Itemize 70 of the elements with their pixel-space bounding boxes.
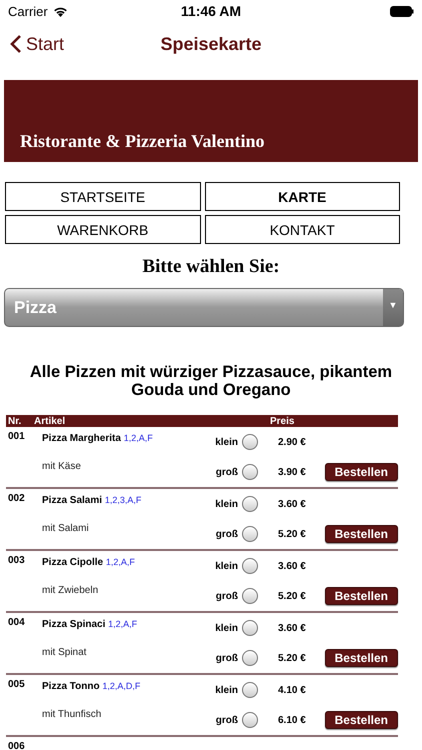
size-label: groß (214, 590, 239, 602)
item-number: 002 (8, 493, 26, 504)
menu-tab[interactable]: KONTAKT (204, 215, 400, 244)
category-dropdown[interactable]: Pizza ▼ (4, 288, 404, 327)
order-button[interactable]: Bestellen (324, 463, 398, 482)
item-description: mit Salami (42, 522, 90, 534)
battery-icon (390, 6, 414, 16)
prompt-text: Bitte wählen Sie: (141, 256, 281, 278)
item-price: 6.10 € (278, 714, 306, 726)
item-price: 3.90 € (278, 466, 306, 478)
item-description: mit Zwiebeln (42, 584, 100, 596)
item-description: mit Spinat (42, 646, 88, 658)
wifi-icon (52, 6, 68, 16)
size-radio[interactable] (242, 650, 258, 666)
size-label: groß (214, 652, 239, 664)
size-radio[interactable] (242, 434, 258, 450)
back-button[interactable]: Start (10, 34, 64, 54)
size-label: klein (214, 436, 239, 448)
item-price: 3.60 € (278, 498, 306, 510)
size-label: klein (214, 684, 239, 696)
item-name: Pizza Margherita 1,2,A,F (42, 432, 154, 444)
chevron-left-icon (10, 34, 22, 54)
item-name: Pizza Spinaci 1,2,A,F (42, 618, 138, 630)
item-number: 004 (8, 617, 26, 628)
item-price: 5.20 € (278, 528, 306, 540)
size-label: klein (214, 622, 239, 634)
item-price: 3.60 € (278, 622, 306, 634)
size-radio[interactable] (242, 682, 258, 698)
item-description: mit Käse (42, 460, 82, 472)
item-price: 4.10 € (278, 684, 306, 696)
size-radio[interactable] (242, 496, 258, 512)
order-button[interactable]: Bestellen (324, 587, 398, 606)
size-radio[interactable] (242, 588, 258, 604)
item-number: 006 (8, 741, 26, 750)
size-radio[interactable] (242, 712, 258, 728)
column-heading: Preis (270, 416, 296, 427)
menu-tab[interactable]: WARENKORB (5, 215, 200, 244)
column-heading: Artikel (34, 416, 66, 427)
order-button[interactable]: Bestellen (324, 525, 398, 544)
column-heading: Nr. (8, 416, 22, 427)
item-price: 5.20 € (278, 590, 306, 602)
screen-title: Speisekarte (160, 34, 262, 54)
carrier-label: Carrier (8, 4, 48, 18)
section-heading: Alle Pizzen mit würziger Pizzasauce, pikantem Gouda und Oregano (28, 363, 394, 400)
item-description: mit Thunfisch (42, 708, 102, 720)
item-name: Pizza Tonno 1,2,A,D,F (42, 680, 142, 692)
size-label: groß (214, 466, 239, 478)
size-radio[interactable] (242, 526, 258, 542)
size-radio[interactable] (242, 464, 258, 480)
order-button[interactable]: Bestellen (324, 649, 398, 668)
item-price: 3.60 € (278, 560, 306, 572)
clock-time: 11:46 AM (180, 3, 242, 19)
dropdown-value: Pizza (13, 296, 58, 318)
size-radio[interactable] (242, 620, 258, 636)
size-radio[interactable] (242, 558, 258, 574)
menu-tab[interactable]: STARTSEITE (5, 182, 200, 211)
item-number: 003 (8, 555, 26, 566)
menu-tab[interactable]: KARTE (204, 182, 400, 211)
item-name: Pizza Cipolle 1,2,A,F (42, 556, 136, 568)
size-label: groß (214, 714, 239, 726)
item-number: 001 (8, 431, 26, 442)
size-label: klein (214, 498, 239, 510)
item-price: 5.20 € (278, 652, 306, 664)
item-price: 2.90 € (278, 436, 306, 448)
restaurant-name: Ristorante & Pizzeria Valentino (20, 131, 264, 152)
order-button[interactable]: Bestellen (324, 711, 398, 730)
item-number: 005 (8, 679, 26, 690)
item-name: Pizza Salami 1,2,3,A,F (42, 494, 142, 506)
size-label: groß (214, 528, 239, 540)
size-label: klein (214, 560, 239, 572)
